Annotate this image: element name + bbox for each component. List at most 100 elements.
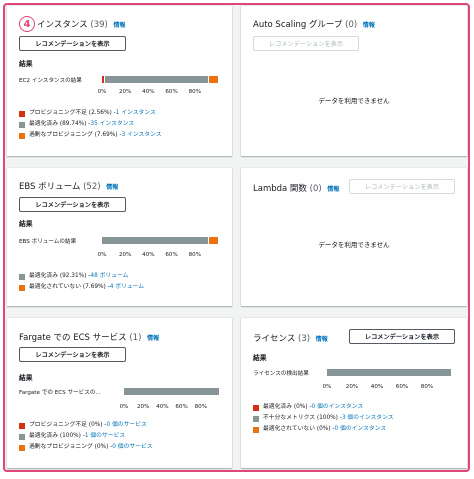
legend-item: プロビジョニング不足 (0%) - 0 個のサービス (19, 420, 153, 431)
legend-item: 最適化されていない (7.69%) - 4 ボリューム (19, 282, 144, 293)
license-info-link[interactable]: 情報 (316, 336, 328, 343)
legend-link[interactable]: 3 インスタンス (121, 130, 161, 141)
asg-no-data-text: データを利用できません (318, 97, 390, 105)
ec2-bar-segment-optimized[interactable] (104, 76, 210, 83)
tick-label: 20% (345, 384, 359, 390)
legend-link[interactable]: 3 個のインスタンス (342, 413, 394, 424)
tick-label: 0% (322, 384, 332, 390)
license-card-title: ライセンス (3) 情報 (253, 332, 328, 344)
legend-text: 不十分なメトリクス (100%) - (263, 415, 342, 421)
tick-label: 80% (194, 404, 208, 410)
license-bar-segment-insufficient-metrics[interactable] (327, 369, 452, 376)
tick-label: 40% (142, 89, 155, 95)
legend-text: プロビジョニング不足 (0%) - (29, 422, 107, 428)
lambda-card-title: Lambda 関数 (0) 情報 (253, 182, 339, 194)
ec2-bar-label: EC2 インスタンスの結果 (19, 78, 82, 84)
asg-card: Auto Scaling グループ (0) 情報 レコメンデーションを表示 デー… (241, 6, 467, 156)
fargate-info-link[interactable]: 情報 (147, 335, 159, 342)
legend-link[interactable]: 4 ボリューム (110, 282, 144, 293)
asg-count: (0) (345, 20, 358, 30)
legend-item: 最適化済み (92.31%) - 48 ボリューム (19, 271, 144, 282)
license-section-label: 結果 (253, 354, 267, 362)
fargate-card: Fargate での ECS サービス (1) 情報 レコメンデーションを表示 … (7, 318, 232, 468)
ec2-bar-segment-overprovisioned[interactable] (209, 76, 218, 83)
lambda-title: Lambda 関数 (253, 184, 307, 194)
legend-swatch (253, 426, 259, 433)
legend-text: 過剰なプロビジョニング (7.69%) - (29, 132, 122, 138)
license-view-recommendations-button[interactable]: レコメンデーションを表示 (349, 329, 455, 344)
lambda-info-link[interactable]: 情報 (327, 186, 339, 193)
legend-item: 最適化済み (100%) - 1 個のサービス (19, 431, 153, 442)
legend-link[interactable]: 0 個のインスタンス (311, 402, 363, 413)
lambda-count: (0) (309, 184, 322, 194)
tick-label: 40% (370, 384, 384, 390)
tick-label: 80% (420, 384, 434, 390)
legend-link[interactable]: 0 個のインスタンス (335, 424, 387, 435)
legend-link[interactable]: 35 インスタンス (90, 119, 134, 130)
license-bar (327, 369, 452, 376)
step-badge: 4 (19, 16, 35, 32)
tick-label: 0% (97, 252, 107, 258)
ebs-view-recommendations-button[interactable]: レコメンデーションを表示 (19, 197, 126, 212)
ebs-info-link[interactable]: 情報 (106, 184, 118, 191)
legend-text: 最適化されていない (0%) - (263, 426, 335, 432)
tick-label: 0% (97, 89, 107, 95)
ebs-bar-segment-optimized[interactable] (102, 237, 210, 244)
ec2-card: 4 インスタンス (39) 情報 レコメンデーションを表示 結果 EC2 インス… (7, 6, 232, 156)
tick-label: 0% (119, 404, 129, 410)
ec2-bar (102, 76, 218, 83)
legend-text: 過剰なプロビジョニング (0%) - (29, 444, 113, 450)
lambda-card: Lambda 関数 (0) 情報 レコメンデーションを表示 データを利用できませ… (241, 168, 467, 306)
legend-swatch (19, 110, 25, 117)
legend-swatch (19, 121, 25, 128)
license-title: ライセンス (253, 334, 296, 344)
fargate-legend: プロビジョニング不足 (0%) - 0 個のサービス 最適化済み (100%) … (19, 420, 153, 453)
tick-label: 80% (188, 89, 202, 95)
ebs-section-label: 結果 (19, 220, 33, 228)
legend-swatch (19, 273, 25, 280)
legend-link[interactable]: 0 個のサービス (112, 442, 152, 453)
legend-item: プロビジョニング不足 (2.56%) - 1 インスタンス (19, 108, 162, 119)
ebs-bar (102, 237, 218, 244)
legend-text: 最適化済み (0%) - (263, 404, 312, 410)
asg-view-recommendations-button[interactable]: レコメンデーションを表示 (253, 36, 359, 51)
legend-item: 最適化されていない (0%) - 0 個のインスタンス (253, 424, 394, 435)
legend-link[interactable]: 1 インスタンス (116, 108, 156, 119)
legend-item: 過剰なプロビジョニング (0%) - 0 個のサービス (19, 442, 153, 453)
legend-link[interactable]: 48 ボリューム (90, 271, 128, 282)
legend-item: 不十分なメトリクス (100%) - 3 個のインスタンス (253, 413, 394, 424)
legend-text: プロビジョニング不足 (2.56%) - (29, 110, 116, 116)
ec2-info-link[interactable]: 情報 (114, 22, 126, 29)
ec2-section-label: 結果 (19, 60, 33, 68)
ebs-legend: 最適化済み (92.31%) - 48 ボリューム 最適化されていない (7.6… (19, 271, 144, 293)
fargate-bar-label: Fargate での ECS サービスの... (19, 390, 101, 396)
lambda-view-recommendations-button[interactable]: レコメンデーションを表示 (349, 179, 455, 194)
fargate-bar-segment-optimized[interactable] (124, 388, 220, 395)
license-count: (3) (298, 334, 311, 344)
ec2-view-recommendations-button[interactable]: レコメンデーションを表示 (19, 36, 126, 51)
tick-label: 20% (118, 89, 132, 95)
fargate-card-title: Fargate での ECS サービス (1) 情報 (19, 331, 159, 343)
license-bar-label: ライセンスの検出結果 (253, 371, 309, 377)
ebs-count: (52) (83, 182, 101, 192)
legend-item: 最適化済み (0%) - 0 個のインスタンス (253, 402, 394, 413)
tick-label: 60% (165, 89, 178, 95)
tick-label: 60% (175, 404, 188, 410)
ebs-bar-segment-not-optimized[interactable] (209, 237, 218, 244)
license-card: ライセンス (3) 情報 レコメンデーションを表示 結果 ライセンスの検出結果 … (241, 318, 467, 468)
ec2-card-title: インスタンス (39) 情報 (37, 18, 126, 30)
tick-label: 40% (156, 404, 169, 410)
fargate-title: Fargate での ECS サービス (19, 333, 127, 343)
legend-link[interactable]: 1 個のサービス (85, 431, 125, 442)
tick-label: 20% (118, 252, 132, 258)
ec2-legend: プロビジョニング不足 (2.56%) - 1 インスタンス 最適化済み (89.… (19, 108, 162, 141)
fargate-view-recommendations-button[interactable]: レコメンデーションを表示 (19, 347, 126, 362)
ec2-count: (39) (90, 20, 108, 30)
legend-link[interactable]: 0 個のサービス (106, 420, 146, 431)
asg-info-link[interactable]: 情報 (363, 22, 375, 29)
legend-text: 最適化済み (89.74%) - (29, 121, 91, 127)
ebs-title: EBS ボリューム (19, 182, 81, 192)
tick-label: 40% (142, 252, 155, 258)
license-legend: 最適化済み (0%) - 0 個のインスタンス 不十分なメトリクス (100%)… (253, 402, 394, 435)
asg-card-title: Auto Scaling グループ (0) 情報 (253, 18, 375, 30)
